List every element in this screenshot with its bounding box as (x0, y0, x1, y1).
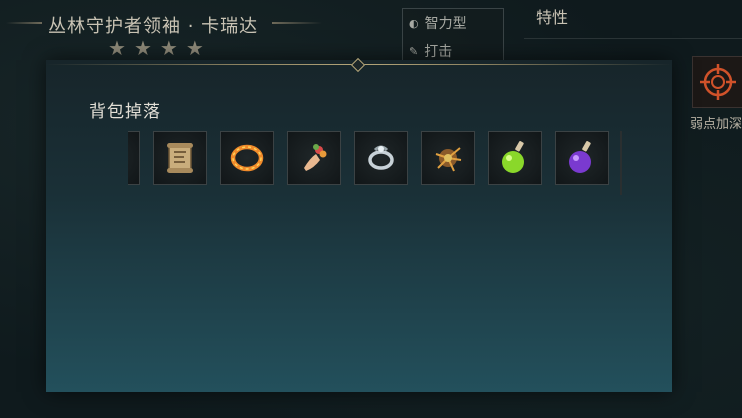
fire-ring-icon (230, 144, 264, 172)
weakness-target-icon[interactable] (692, 56, 742, 108)
modal-title: 背包掉落 (89, 102, 161, 122)
type-label: 打击 (424, 44, 453, 60)
silver-ring-icon (368, 145, 394, 170)
scroll-icon (167, 143, 193, 173)
scroll-edge-divider (620, 131, 622, 195)
item-slot[interactable] (220, 131, 274, 185)
item-slot[interactable] (354, 131, 408, 185)
traits-divider (524, 38, 742, 39)
green-potion-icon (502, 141, 524, 173)
item-slot[interactable] (153, 131, 207, 185)
boss-name: 丛林守护者领袖 · 卡瑞达 (48, 16, 259, 37)
item-slot[interactable] (555, 131, 609, 185)
title-decoration-right (272, 22, 322, 24)
item-slot[interactable] (287, 131, 341, 185)
item-track (128, 131, 609, 185)
purple-potion-icon (569, 141, 591, 173)
item-slot[interactable] (488, 131, 542, 185)
feather-charm-icon (435, 147, 462, 172)
type-label: 智力型 (424, 16, 467, 32)
star-icon: ★ (159, 36, 178, 60)
flower-bouquet-icon (304, 144, 327, 171)
item-scroll-row[interactable] (128, 131, 622, 187)
item-slot[interactable] (128, 131, 140, 185)
star-icon: ★ (108, 36, 126, 60)
weakness-label: 弱点加深 (690, 117, 742, 132)
traits-title: 特性 (536, 8, 569, 27)
star-icon: ★ (185, 36, 204, 60)
type-row-mind: ◐ 智力型 (403, 9, 503, 37)
strike-icon: ✎ (409, 44, 419, 58)
item-slot[interactable] (421, 131, 475, 185)
star-rating: ★ ★ ★ ★ (108, 38, 204, 58)
star-icon: ★ (133, 36, 152, 60)
mind-icon: ◐ (409, 16, 419, 30)
title-decoration-left (6, 22, 42, 24)
